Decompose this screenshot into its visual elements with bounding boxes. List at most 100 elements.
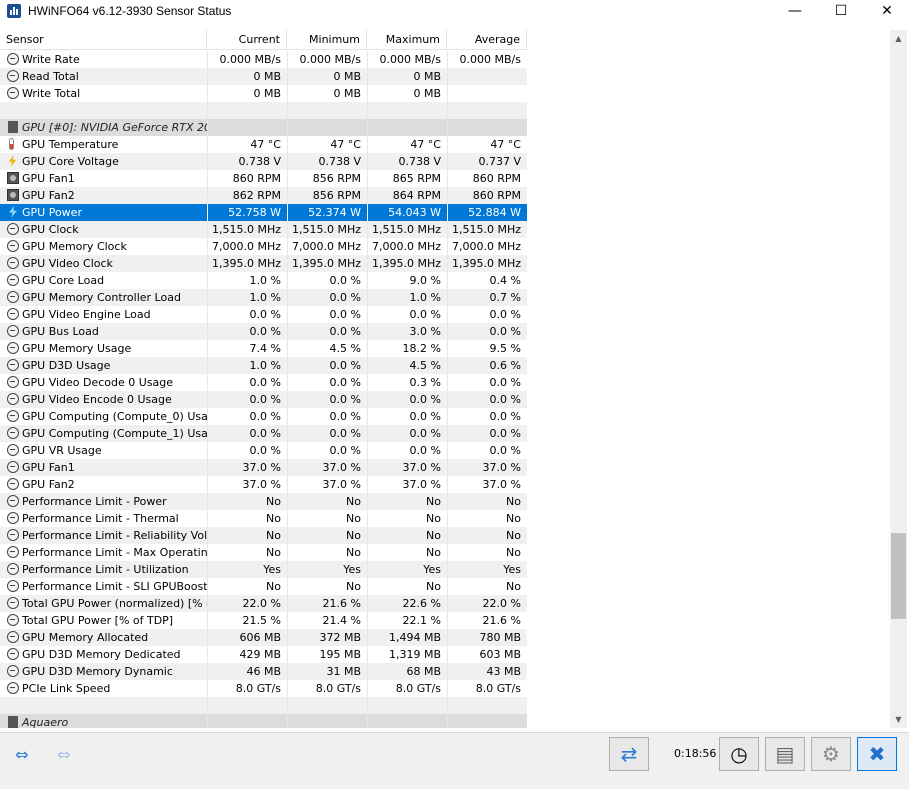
sensor-row[interactable]: GPU Clock 1,515.0 MHz 1,515.0 MHz 1,515.0 M…: [0, 221, 527, 238]
gear-icon: ⚙: [822, 742, 840, 766]
current-value: No: [207, 510, 287, 527]
sensor-row[interactable]: GPU Computing (Compute_0) Usage 0.0 % 0.0 …: [0, 408, 527, 425]
sensor-row[interactable]: Performance Limit - SLI GPUBoost S...NoN…: [0, 578, 527, 595]
column-header-minimum[interactable]: Minimum: [287, 30, 367, 50]
sensor-group-row[interactable]: Aquaero: [0, 714, 527, 728]
minimum-value: 21.6 %: [287, 595, 367, 612]
nav-arrows-secondary-icon[interactable]: ⇔: [46, 743, 82, 767]
sensor-row[interactable]: GPU Fan1 860 RPM 856 RPM 865 RPM 860 RPM: [0, 170, 527, 187]
maximum-value: 37.0 %: [367, 459, 447, 476]
sensor-row[interactable]: GPU D3D Memory Dynamic 46 MB 31 MB 68 MB 43 …: [0, 663, 527, 680]
current-value: 0.0 %: [207, 374, 287, 391]
minimum-value: 37.0 %: [287, 459, 367, 476]
sensor-name: GPU Computing (Compute_0) Usage: [22, 410, 207, 423]
minimum-value: 37.0 %: [287, 476, 367, 493]
sensor-name: GPU Core Voltage: [22, 155, 119, 168]
average-value: 47 °C: [447, 136, 527, 153]
sensor-name: Performance Limit - Utilization: [22, 563, 189, 576]
sensor-row[interactable]: Performance Limit - Reliability VoltageN…: [0, 527, 527, 544]
sensor-row[interactable]: Performance Limit - Utilization Yes Yes Yes…: [0, 561, 527, 578]
maximum-value: 1.0 %: [367, 289, 447, 306]
sensor-row[interactable]: PCIe Link Speed 8.0 GT/s 8.0 GT/s 8.0 GT/s 8…: [0, 680, 527, 697]
column-header-current[interactable]: Current: [207, 30, 287, 50]
scroll-up-arrow-icon[interactable]: ▲: [890, 30, 907, 47]
minimum-value: 31 MB: [287, 663, 367, 680]
column-header-average[interactable]: Average: [447, 30, 527, 50]
sensor-row[interactable]: Read Total 0 MB 0 MB 0 MB: [0, 68, 527, 85]
maximum-value: No: [367, 578, 447, 595]
current-value: 0.0 %: [207, 408, 287, 425]
sensor-row[interactable]: Performance Limit - Thermal No No No No: [0, 510, 527, 527]
sensor-row[interactable]: GPU Bus Load 0.0 % 0.0 % 3.0 % 0.0 %: [0, 323, 527, 340]
sensor-row[interactable]: Performance Limit - Power No No No No: [0, 493, 527, 510]
minimum-value: 52.374 W: [287, 204, 367, 221]
minimize-button[interactable]: —: [772, 0, 818, 22]
sensor-row[interactable]: GPU Fan2 862 RPM 856 RPM 864 RPM 860 RPM: [0, 187, 527, 204]
average-value: 0.6 %: [447, 357, 527, 374]
average-value: No: [447, 578, 527, 595]
sensor-row[interactable]: GPU Memory Allocated 606 MB 372 MB 1,494 MB…: [0, 629, 527, 646]
sensor-row[interactable]: GPU Video Encode 0 Usage 0.0 % 0.0 % 0.0 % 0…: [0, 391, 527, 408]
sensor-row[interactable]: GPU Video Decode 0 Usage 0.0 % 0.0 % 0.3 % 0…: [0, 374, 527, 391]
nav-arrows-icon[interactable]: ⇔: [4, 743, 40, 767]
stopwatch-button[interactable]: ◷: [719, 737, 759, 771]
minimum-value: 0.0 %: [287, 374, 367, 391]
current-value: No: [207, 493, 287, 510]
sensor-row[interactable]: GPU Memory Clock 7,000.0 MHz 7,000.0 MHz 7,…: [0, 238, 527, 255]
average-value: 9.5 %: [447, 340, 527, 357]
sensor-group-row[interactable]: GPU [#0]: NVIDIA GeForce RTX 20...: [0, 119, 527, 136]
group-empty-cell: [367, 119, 447, 136]
sensor-row[interactable]: Total GPU Power (normalized) [% o... 22.0…: [0, 595, 527, 612]
minimum-value: 372 MB: [287, 629, 367, 646]
current-value: 0 MB: [207, 68, 287, 85]
maximize-button[interactable]: ☐: [818, 0, 864, 22]
network-button[interactable]: ⇄: [609, 737, 649, 771]
sensor-group-label: GPU [#0]: NVIDIA GeForce RTX 20...: [22, 121, 207, 134]
scroll-thumb[interactable]: [891, 533, 906, 619]
minimum-value: No: [287, 578, 367, 595]
average-value: 37.0 %: [447, 459, 527, 476]
sensor-row[interactable]: GPU D3D Memory Dedicated 429 MB 195 MB 1,31…: [0, 646, 527, 663]
sensor-name: GPU D3D Memory Dedicated: [22, 648, 181, 661]
maximum-value: 1,319 MB: [367, 646, 447, 663]
blank-cell: [287, 102, 367, 119]
sensor-row[interactable]: Write Total 0 MB 0 MB 0 MB: [0, 85, 527, 102]
column-header-sensor[interactable]: Sensor: [0, 30, 207, 50]
sensor-row[interactable]: GPU D3D Usage 1.0 % 0.0 % 4.5 % 0.6 %: [0, 357, 527, 374]
sensor-row[interactable]: GPU Core Load 1.0 % 0.0 % 9.0 % 0.4 %: [0, 272, 527, 289]
minimum-value: 0.0 %: [287, 272, 367, 289]
add-report-button[interactable]: ▤: [765, 737, 805, 771]
settings-button[interactable]: ⚙: [811, 737, 851, 771]
sensor-row[interactable]: GPU Fan2 37.0 % 37.0 % 37.0 % 37.0 %: [0, 476, 527, 493]
minimum-value: 0 MB: [287, 85, 367, 102]
sensor-row[interactable]: GPU Temperature 47 °C 47 °C 47 °C 47 °C: [0, 136, 527, 153]
maximum-value: 1,494 MB: [367, 629, 447, 646]
close-window-button[interactable]: ✕: [864, 0, 909, 22]
sensor-row[interactable]: Total GPU Power [% of TDP] 21.5 % 21.4 % 22…: [0, 612, 527, 629]
scroll-down-arrow-icon[interactable]: ▼: [890, 711, 907, 728]
sensor-row[interactable]: GPU Fan1 37.0 % 37.0 % 37.0 % 37.0 %: [0, 459, 527, 476]
close-sensors-button[interactable]: ✖: [857, 737, 897, 771]
sensor-row[interactable]: GPU Memory Usage 7.4 % 4.5 % 18.2 % 9.5 %: [0, 340, 527, 357]
sensor-row[interactable]: Write Rate 0.000 MB/s 0.000 MB/s 0.000 MB/s…: [0, 51, 527, 68]
sensor-row[interactable]: GPU VR Usage 0.0 % 0.0 % 0.0 % 0.0 %: [0, 442, 527, 459]
maximum-value: 0.000 MB/s: [367, 51, 447, 68]
sensor-row[interactable]: GPU Video Clock 1,395.0 MHz 1,395.0 MHz 1,3…: [0, 255, 527, 272]
sensor-row-selected[interactable]: GPU Power 52.758 W 52.374 W 54.043 W 52.884 …: [0, 204, 527, 221]
maximum-value: Yes: [367, 561, 447, 578]
vertical-scrollbar[interactable]: ▲ ▼: [890, 30, 907, 728]
sensor-name: GPU Memory Clock: [22, 240, 127, 253]
network-icon: ⇄: [620, 742, 638, 766]
sensor-row[interactable]: GPU Memory Controller Load 1.0 % 0.0 % 1.0 …: [0, 289, 527, 306]
sensor-table[interactable]: Sensor Current Minimum Maximum Average W…: [0, 30, 890, 728]
sensor-name: GPU Memory Usage: [22, 342, 132, 355]
maximum-value: 8.0 GT/s: [367, 680, 447, 697]
sensor-row[interactable]: GPU Video Engine Load 0.0 % 0.0 % 0.0 % 0.0 …: [0, 306, 527, 323]
maximum-value: 7,000.0 MHz: [367, 238, 447, 255]
sensor-row[interactable]: Performance Limit - Max Operating ...NoN…: [0, 544, 527, 561]
sensor-row[interactable]: GPU Core Voltage 0.738 V 0.738 V 0.738 V 0.7…: [0, 153, 527, 170]
sensor-name: Total GPU Power [% of TDP]: [22, 614, 174, 627]
sensor-row[interactable]: GPU Computing (Compute_1) Usage 0.0 % 0.0 …: [0, 425, 527, 442]
average-value: 7,000.0 MHz: [447, 238, 527, 255]
column-header-maximum[interactable]: Maximum: [367, 30, 447, 50]
